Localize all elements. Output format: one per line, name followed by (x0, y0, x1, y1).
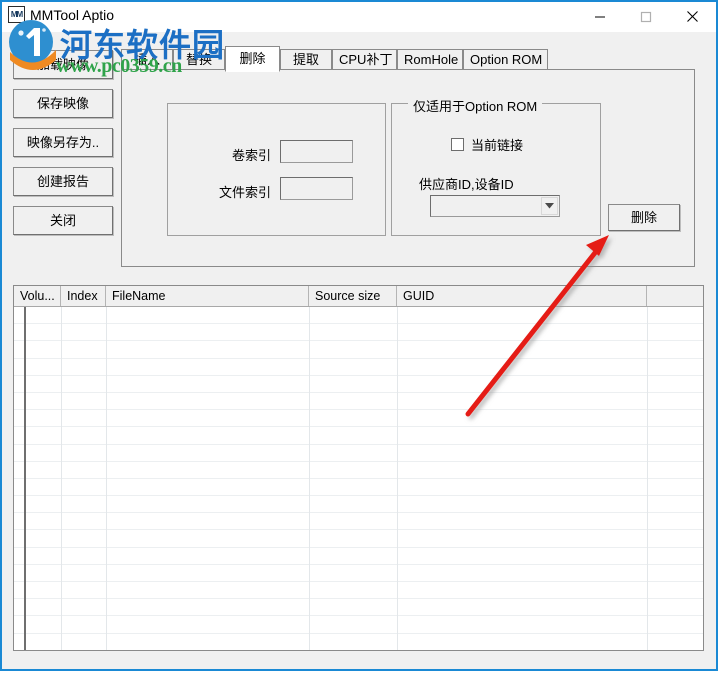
window-title: MMTool Aptio (30, 7, 115, 23)
grid-col-source-size[interactable]: Source size (309, 286, 397, 306)
tab-option-rom[interactable]: Option ROM (463, 49, 548, 70)
close-window-button[interactable] (669, 2, 715, 31)
grid-column-divider (309, 307, 310, 650)
current-link-label: 当前链接 (471, 137, 524, 153)
chevron-down-icon[interactable] (541, 197, 558, 215)
grid-col-extra[interactable] (647, 286, 703, 306)
maximize-button[interactable] (623, 2, 669, 31)
table-row[interactable] (14, 324, 703, 342)
tab-insert[interactable]: 插入 (121, 49, 173, 70)
grid-col-filename[interactable]: FileName (106, 286, 309, 306)
grid-column-divider (647, 307, 648, 650)
close-icon (686, 11, 698, 22)
grid-row-header-divider (24, 307, 26, 650)
table-row[interactable] (14, 427, 703, 445)
index-group-box: 卷索引 文件索引 (167, 103, 386, 236)
grid-col-volume[interactable]: Volu... (14, 286, 61, 306)
checkbox-box-icon (451, 137, 464, 151)
table-row[interactable] (14, 341, 703, 359)
minimize-icon (595, 16, 605, 17)
table-row[interactable] (14, 513, 703, 531)
app-window: MM MMTool Aptio 加载映像 保存映像 映像另存为.. 创建报告 关… (0, 0, 718, 671)
table-row[interactable] (14, 530, 703, 548)
table-row[interactable] (14, 634, 703, 650)
table-row[interactable] (14, 462, 703, 479)
grid-column-divider (106, 307, 107, 650)
tab-strip: 插入 替换 删除 提取 CPU补丁 RomHole Option ROM (121, 46, 695, 72)
save-image-button[interactable]: 保存映像 (13, 89, 113, 118)
table-row[interactable] (14, 582, 703, 600)
grid-body[interactable] (14, 307, 703, 650)
create-report-button[interactable]: 创建报告 (13, 167, 113, 196)
vendor-device-id-combobox[interactable] (430, 195, 560, 217)
save-image-as-button[interactable]: 映像另存为.. (13, 128, 113, 157)
table-row[interactable] (14, 410, 703, 428)
grid-column-divider (397, 307, 398, 650)
current-link-checkbox[interactable]: 当前链接 (451, 135, 523, 153)
option-rom-group-title: 仅适用于Option ROM (408, 96, 543, 115)
table-row[interactable] (14, 616, 703, 634)
table-row[interactable] (14, 359, 703, 376)
grid-col-index[interactable]: Index (61, 286, 106, 306)
table-row[interactable] (14, 565, 703, 582)
delete-tab-panel: 卷索引 文件索引 仅适用于Option ROM 当前链接 供应商ID,设备ID (121, 69, 695, 267)
maximize-icon (640, 11, 652, 22)
tab-cpu-patch[interactable]: CPU补丁 (332, 49, 397, 70)
mmtool-app-icon: MM (8, 6, 25, 23)
table-row[interactable] (14, 496, 703, 514)
close-button[interactable]: 关闭 (13, 206, 113, 235)
tab-delete[interactable]: 删除 (225, 46, 280, 72)
tab-extract[interactable]: 提取 (280, 49, 332, 70)
tab-romhole[interactable]: RomHole (397, 49, 463, 70)
file-index-input[interactable] (280, 177, 353, 200)
table-row[interactable] (14, 393, 703, 411)
tab-replace[interactable]: 替换 (173, 49, 225, 70)
file-list-grid[interactable]: Volu... Index FileName Source size GUID (13, 285, 704, 651)
grid-header-row: Volu... Index FileName Source size GUID (14, 286, 703, 307)
option-rom-group-box: 仅适用于Option ROM 当前链接 供应商ID,设备ID (391, 96, 601, 236)
load-image-button[interactable]: 加载映像 (13, 50, 113, 79)
table-row[interactable] (14, 599, 703, 617)
vendor-device-id-label: 供应商ID,设备ID (419, 177, 514, 192)
table-row[interactable] (14, 307, 703, 325)
grid-column-divider (61, 307, 62, 650)
minimize-button[interactable] (577, 2, 623, 31)
file-index-label: 文件索引 (218, 185, 271, 200)
grid-col-guid[interactable]: GUID (397, 286, 647, 306)
table-row[interactable] (14, 479, 703, 497)
table-row[interactable] (14, 376, 703, 393)
title-bar: MM MMTool Aptio (2, 2, 716, 32)
table-row[interactable] (14, 445, 703, 462)
delete-action-button[interactable]: 删除 (608, 204, 680, 231)
volume-index-input[interactable] (280, 140, 353, 163)
volume-index-label: 卷索引 (231, 148, 271, 163)
table-row[interactable] (14, 548, 703, 565)
